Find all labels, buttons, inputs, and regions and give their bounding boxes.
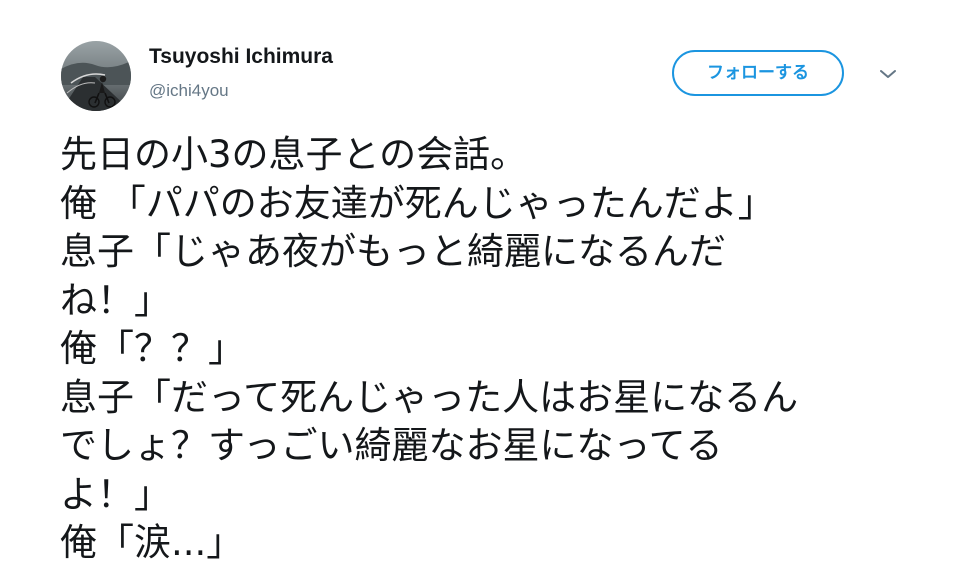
tweet-line: 俺「？？」 bbox=[60, 327, 245, 370]
tweet-text: 先日の小3の息子との会話。 俺 「パパのお友達が死んじゃったんだよ」 息子「じゃ… bbox=[60, 131, 940, 568]
tweet-line: ね！」 bbox=[60, 278, 171, 322]
follow-button[interactable]: フォローする bbox=[672, 50, 844, 96]
tweet-line: 先日の小3の息子との会話。 bbox=[60, 133, 528, 176]
tweet-line: 息子「じゃあ夜がもっと綺麗になるんだ bbox=[60, 230, 726, 273]
tweet-line: 俺 「パパのお友達が死んじゃったんだよ」 bbox=[60, 181, 775, 225]
author-handle[interactable]: @ichi4you bbox=[149, 80, 229, 102]
avatar-image bbox=[61, 41, 131, 111]
tweet-line: でしょ？すっごい綺麗なお星になってる bbox=[60, 424, 723, 467]
tweet-line: 俺「涙...」 bbox=[60, 521, 244, 564]
author-display-name[interactable]: Tsuyoshi Ichimura bbox=[149, 44, 333, 70]
chevron-down-icon[interactable] bbox=[875, 64, 901, 84]
tweet-card: Tsuyoshi Ichimura @ichi4you フォローする 先日の小3… bbox=[0, 0, 957, 584]
avatar[interactable] bbox=[61, 41, 131, 111]
tweet-line: 息子「だって死んじゃった人はお星になるん bbox=[60, 375, 799, 419]
tweet-line: よ！」 bbox=[60, 472, 171, 516]
